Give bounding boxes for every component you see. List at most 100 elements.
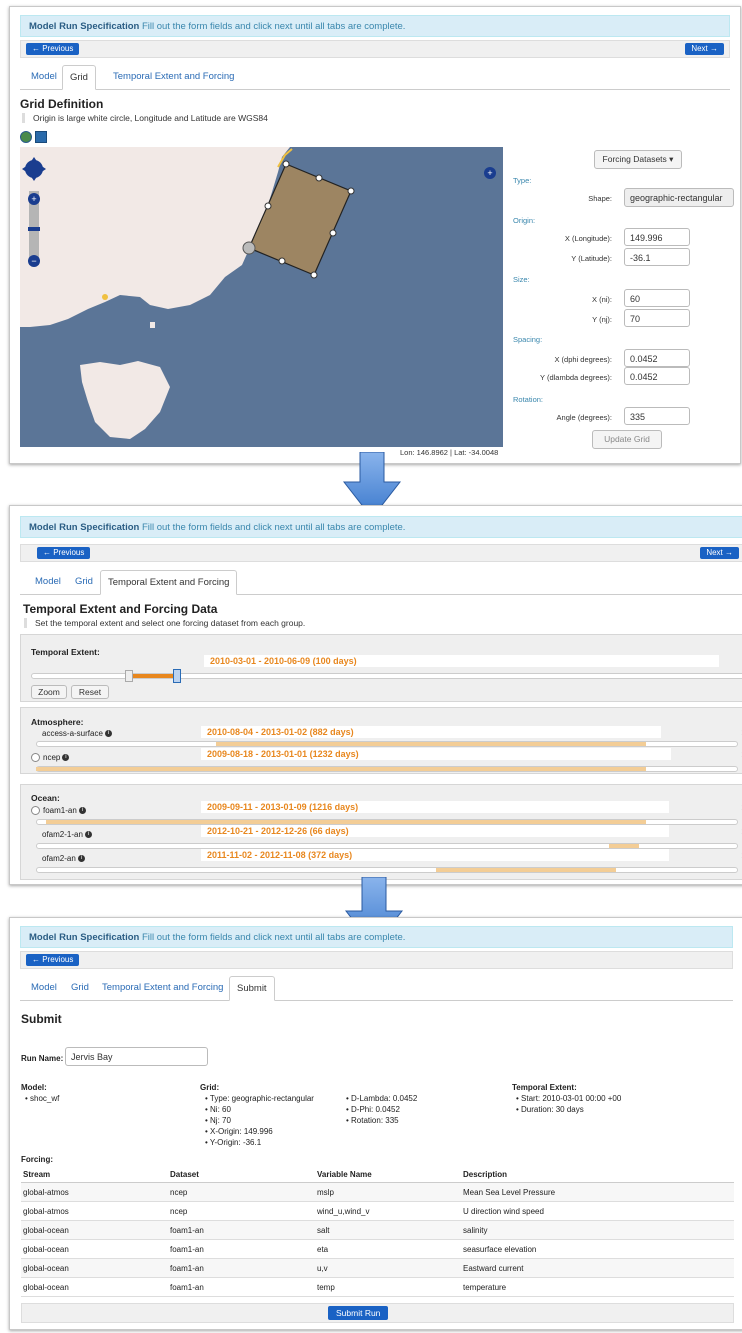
dataset-access-a-surface[interactable]: access-a-surface i — [42, 729, 112, 738]
mid-handle[interactable] — [278, 257, 286, 265]
mid-handle[interactable] — [264, 202, 272, 210]
grid-item: • X-Origin: 149.996 — [205, 1127, 273, 1136]
table-row: global-atmos ncep mslp Mean Sea Level Press… — [21, 1182, 734, 1202]
grid-item: • Ni: 60 — [205, 1105, 231, 1114]
dlambda-field[interactable]: 0.0452 — [624, 367, 690, 385]
temporal-item: • Start: 2010-03-01 00:00 +00 — [516, 1094, 622, 1103]
grid-item: • Nj: 70 — [205, 1116, 231, 1125]
tab-temporal[interactable]: Temporal Extent and Forcing — [100, 570, 238, 595]
corner-handle[interactable] — [282, 160, 290, 168]
update-grid-button[interactable]: Update Grid — [592, 430, 662, 449]
run-name-field[interactable]: Jervis Bay — [65, 1047, 208, 1066]
mid-handle[interactable] — [315, 174, 323, 182]
radio-button[interactable] — [31, 806, 40, 816]
corner-handle[interactable] — [347, 187, 355, 195]
globe-icon[interactable] — [20, 131, 32, 143]
slider-handle-end[interactable] — [173, 669, 181, 683]
map-view[interactable]: + − + — [20, 147, 503, 447]
x-longitude-field[interactable]: 149.996 — [624, 228, 690, 246]
table-cell: ncep — [168, 1201, 315, 1221]
y-latitude-field[interactable]: -36.1 — [624, 248, 690, 266]
dataset-ofam2-an[interactable]: ofam2-an i — [42, 854, 85, 863]
page-subtitle: Origin is large white circle, Longitude … — [22, 113, 268, 123]
dataset-slider[interactable] — [36, 867, 738, 873]
slider-handle-start[interactable] — [125, 670, 133, 682]
dataset-range: 2011-11-02 - 2012-11-08 (372 days) — [201, 849, 669, 861]
temporal-extent-group: Temporal Extent: 2010-03-01 - 2010-06-09… — [20, 634, 742, 702]
previous-button[interactable]: ← Previous — [26, 954, 80, 966]
tab-bar: Model Grid Temporal Extent and Forcing — [20, 65, 730, 90]
temporal-summary-list: • Start: 2010-03-01 00:00 +00 • Duration… — [516, 1093, 621, 1115]
dphi-field[interactable]: 0.0452 — [624, 349, 690, 367]
table-row: global-atmos ncep wind_u,wind_v U direction… — [21, 1201, 734, 1221]
column-header: Description — [461, 1166, 734, 1183]
atmosphere-label: Atmosphere: — [31, 717, 84, 727]
mid-handle[interactable] — [329, 229, 337, 237]
column-header: Dataset — [168, 1166, 315, 1183]
tab-grid[interactable]: Grid — [68, 570, 100, 594]
info-icon[interactable]: i — [78, 807, 86, 815]
table-cell: U direction wind speed — [461, 1201, 734, 1221]
origin-section: Origin: — [513, 216, 536, 225]
tab-model[interactable]: Model — [24, 976, 64, 1000]
tab-submit[interactable]: Submit — [229, 976, 275, 1001]
type-section: Type: — [513, 176, 532, 185]
info-icon[interactable]: i — [104, 730, 112, 738]
temporal-extent-label: Temporal Extent: — [31, 647, 100, 657]
tab-grid[interactable]: Grid — [64, 976, 96, 1000]
tab-temporal[interactable]: Temporal Extent and Forcing — [95, 976, 230, 1000]
zoom-slider[interactable] — [28, 227, 40, 231]
table-cell: wind_u,wind_v — [315, 1201, 461, 1221]
info-icon[interactable]: i — [84, 831, 92, 839]
submit-run-button[interactable]: Submit Run — [328, 1306, 389, 1320]
temporal-item: • Duration: 30 days — [516, 1105, 584, 1114]
previous-button[interactable]: ← Previous — [26, 43, 80, 55]
plus-icon: + — [31, 194, 36, 204]
dataset-foam1-an[interactable]: foam1-an i — [31, 806, 86, 816]
table-cell: ncep — [168, 1182, 315, 1202]
grid-label: Grid: — [200, 1083, 220, 1092]
tab-temporal[interactable]: Temporal Extent and Forcing — [106, 65, 241, 89]
origin-handle[interactable] — [242, 241, 256, 255]
info-alert: Model Run Specification Fill out the for… — [20, 516, 742, 538]
next-button[interactable]: Next → — [685, 43, 724, 55]
zoom-button[interactable]: Zoom — [31, 685, 67, 699]
grid-summary-list-2: • D-Lambda: 0.0452 • D-Phi: 0.0452 • Rot… — [346, 1093, 417, 1126]
next-button[interactable]: Next → — [700, 547, 739, 559]
save-icon[interactable] — [35, 131, 47, 143]
previous-button[interactable]: ← Previous — [37, 547, 91, 559]
pager: ← Previous Next → — [20, 544, 742, 562]
shape-label: Shape: — [588, 194, 612, 203]
submit-bar: Submit Run — [21, 1303, 734, 1323]
tab-model[interactable]: Model — [24, 65, 64, 89]
nj-field[interactable]: 70 — [624, 309, 690, 327]
table-cell: global-atmos — [21, 1182, 168, 1202]
dataset-ncep[interactable]: ncep i — [31, 753, 70, 763]
info-icon[interactable]: i — [62, 754, 70, 762]
ni-field[interactable]: 60 — [624, 289, 690, 307]
page-title: Submit — [21, 1012, 62, 1026]
table-cell: global-ocean — [21, 1220, 168, 1240]
dphi-label: X (dphi degrees): — [554, 355, 612, 364]
tab-model[interactable]: Model — [28, 570, 68, 594]
angle-field[interactable]: 335 — [624, 407, 690, 425]
dataset-range-bar — [216, 742, 646, 746]
forcing-datasets-button[interactable]: Forcing Datasets ▾ — [594, 150, 682, 169]
table-cell: Eastward current — [461, 1258, 734, 1278]
tab-grid[interactable]: Grid — [62, 65, 96, 90]
grid-item: • D-Lambda: 0.0452 — [346, 1094, 418, 1103]
dataset-ofam2-1-an[interactable]: ofam2-1-an i — [42, 830, 92, 839]
radio-button[interactable] — [31, 753, 40, 763]
table-body: global-atmos ncep mslp Mean Sea Level Press… — [21, 1182, 734, 1297]
corner-handle[interactable] — [310, 271, 318, 279]
grid-item: • Y-Origin: -36.1 — [205, 1138, 262, 1147]
reset-button[interactable]: Reset — [71, 685, 109, 699]
shape-field[interactable]: geographic-rectangular — [624, 188, 734, 207]
info-icon[interactable]: i — [77, 855, 85, 863]
tab-bar: Model Grid Temporal Extent and Forcing — [20, 570, 742, 595]
dataset-range-bar — [609, 844, 639, 848]
table-cell: u,v — [315, 1258, 461, 1278]
pager: ← Previous Next → — [20, 40, 730, 58]
forcing-label: Forcing: — [21, 1155, 53, 1164]
dataset-range: 2009-08-18 - 2013-01-01 (1232 days) — [201, 748, 671, 760]
